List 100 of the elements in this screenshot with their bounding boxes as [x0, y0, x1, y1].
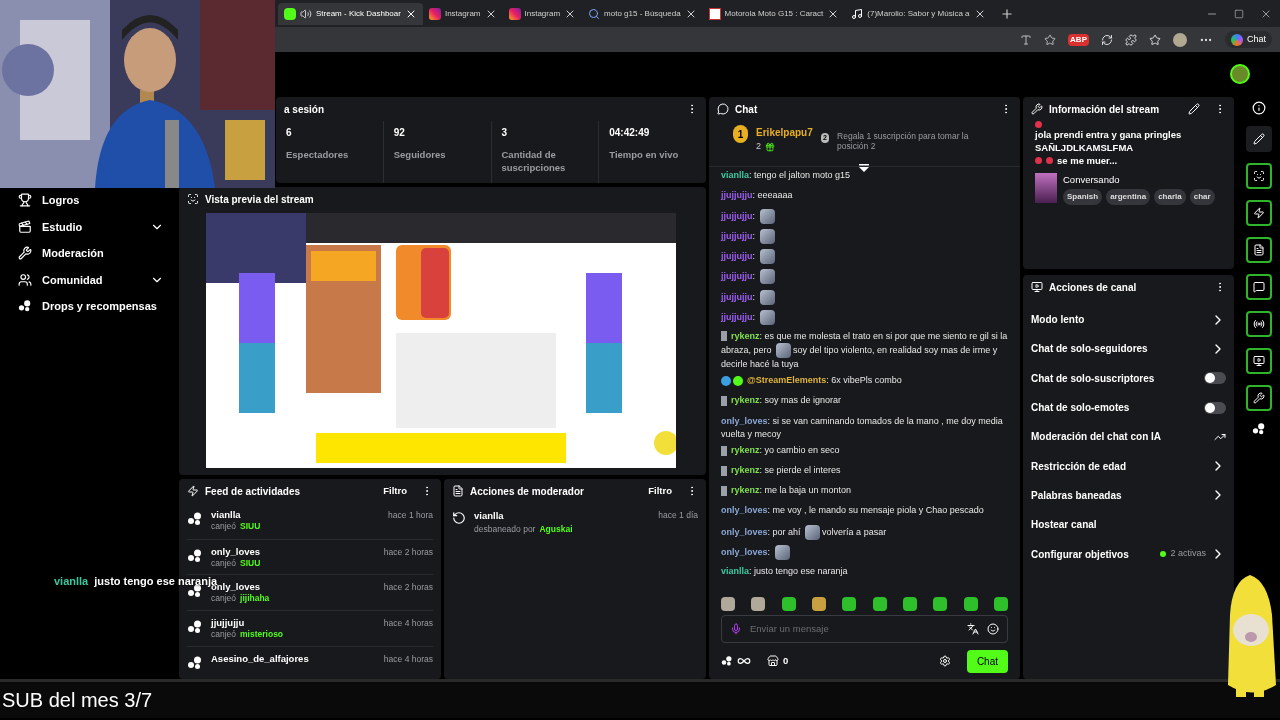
- chat-username[interactable]: only_loves: [721, 505, 768, 516]
- chat-message: only_loves: por ahí volvería a pasar: [721, 524, 1008, 541]
- sidebar-item[interactable]: Comunidad: [0, 266, 176, 293]
- chat-username[interactable]: jjujjujju: [721, 291, 753, 302]
- translate-icon[interactable]: [967, 623, 979, 635]
- channel-action[interactable]: Palabras baneadas: [1023, 480, 1234, 511]
- chat-username[interactable]: jjujjujju: [721, 211, 753, 222]
- widget-toggle-button[interactable]: [1245, 385, 1272, 411]
- tag[interactable]: Spanish: [1063, 189, 1103, 206]
- emote-icon[interactable]: [781, 597, 796, 611]
- chat-username[interactable]: rykenz: [731, 445, 760, 456]
- emote-icon[interactable]: [842, 597, 857, 611]
- channel-action[interactable]: Restricción de edad: [1023, 451, 1234, 481]
- chat-username[interactable]: jjujjujju: [721, 190, 753, 201]
- browser-tab[interactable]: Instagram: [422, 2, 503, 25]
- chat-username[interactable]: jjujjujju: [721, 231, 753, 242]
- emote-icon: [805, 524, 821, 540]
- emote-icon[interactable]: [812, 597, 826, 611]
- channel-action[interactable]: Chat de solo-seguidores: [1023, 334, 1234, 364]
- widget-toggle-button[interactable]: [1245, 237, 1272, 263]
- maximize-icon[interactable]: [1234, 8, 1244, 19]
- edit-icon[interactable]: [1188, 103, 1200, 115]
- chat-username[interactable]: vianlla: [721, 170, 749, 180]
- log-icon: [452, 485, 464, 497]
- chat-username[interactable]: rykenz: [731, 395, 760, 406]
- feed-time: hace 1 hora: [388, 509, 433, 521]
- stream-title-text: se me muer...: [1057, 154, 1118, 167]
- chat-username[interactable]: only_loves: [721, 526, 768, 537]
- tag[interactable]: argentina: [1106, 189, 1151, 206]
- channel-action[interactable]: Chat de solo-emotes: [1023, 392, 1234, 423]
- browser-tab[interactable]: Motorola Moto G15 : Caract: [702, 2, 846, 25]
- tag[interactable]: charla: [1154, 189, 1186, 206]
- settings-icon[interactable]: [938, 655, 951, 667]
- message-input[interactable]: Enviar un mensaje: [750, 621, 959, 637]
- chat-send-button[interactable]: Chat: [966, 649, 1008, 673]
- chat-username[interactable]: jjujjujju: [721, 311, 753, 322]
- channel-action[interactable]: Modo lento: [1023, 305, 1234, 335]
- chat-message: only_loves: si se van caminando tomados de la mano , me doy media vuelta y mecoy: [721, 414, 1004, 441]
- tag[interactable]: char: [1189, 189, 1215, 206]
- reward-name: jijihaha: [240, 593, 270, 605]
- channel-action[interactable]: Moderación del chat con IA: [1023, 422, 1234, 452]
- browser-tab[interactable]: Stream - Kick Dashboar: [278, 2, 423, 25]
- chat-username[interactable]: rykenz: [731, 465, 760, 476]
- read-aloud-icon[interactable]: [1020, 33, 1033, 46]
- chat-username[interactable]: only_loves: [721, 415, 768, 426]
- emote-icon[interactable]: [751, 597, 766, 611]
- stat-label: Cantidad de suscripciones: [501, 148, 567, 174]
- points-icon: [1251, 422, 1266, 436]
- chat-icon: [1252, 281, 1265, 293]
- emote-icon[interactable]: [902, 597, 917, 611]
- store-icon[interactable]: [767, 655, 779, 667]
- chat-username[interactable]: rykenz: [731, 330, 760, 341]
- widget-toggle-button[interactable]: [1245, 311, 1272, 337]
- emote-icon[interactable]: [721, 597, 735, 611]
- browser-tab[interactable]: Instagram: [502, 2, 583, 25]
- star-icon[interactable]: [1044, 33, 1057, 46]
- profile-avatar[interactable]: [1173, 32, 1187, 47]
- sidebar-item[interactable]: Moderación: [0, 240, 176, 267]
- filter-button[interactable]: Filtro: [648, 483, 672, 499]
- browser-tab[interactable]: moto g15 - Búsqueda: [582, 2, 703, 25]
- chat-username[interactable]: only_loves: [721, 546, 768, 557]
- emote-icon[interactable]: [933, 597, 948, 611]
- refresh-icon[interactable]: [1101, 33, 1113, 46]
- edit-button[interactable]: [1245, 126, 1272, 152]
- feed-time: hace 4 horas: [383, 617, 433, 630]
- widget-toggle-button[interactable]: [1245, 348, 1272, 374]
- toggle-switch[interactable]: [1204, 401, 1226, 414]
- adblock-badge[interactable]: ABP: [1068, 33, 1089, 46]
- widget-toggle-button[interactable]: [1245, 274, 1272, 300]
- user-avatar[interactable]: [1230, 63, 1250, 84]
- chat-username[interactable]: vianlla: [721, 565, 749, 576]
- toggle-switch[interactable]: [1204, 372, 1226, 385]
- emote-icon[interactable]: [963, 597, 978, 611]
- browser-tab[interactable]: (7)Marolio: Sabor y Música a: [845, 2, 992, 25]
- favorites-icon[interactable]: [1149, 33, 1161, 46]
- emote-icon: [759, 289, 775, 305]
- emote-icon[interactable]: [993, 597, 1008, 611]
- message-field[interactable]: Enviar un mensaje: [721, 615, 1008, 643]
- sidebar-item[interactable]: Estudio: [0, 213, 176, 240]
- chat-username[interactable]: jjujjujju: [721, 271, 753, 282]
- copilot-icon: [1231, 33, 1243, 46]
- collapse-icon[interactable]: [859, 164, 869, 172]
- sidebar-item[interactable]: Drops y recompensas: [0, 293, 176, 320]
- filter-button[interactable]: Filtro: [383, 483, 407, 499]
- emoji-icon[interactable]: [987, 623, 999, 635]
- sidebar-item[interactable]: Logros: [0, 187, 176, 214]
- info-icon[interactable]: [1251, 101, 1266, 115]
- chat-username[interactable]: rykenz: [731, 485, 760, 496]
- widget-toggle-button[interactable]: [1245, 163, 1272, 189]
- channel-action[interactable]: Configurar objetivos 2 activas: [1023, 539, 1234, 569]
- channel-action[interactable]: Hostear canal: [1023, 510, 1234, 540]
- chat-message: rykenz: es que me molesta el trato en si por que me siento re gil si la abraza, pero soy del tipo violento, en realidad soy mas de irme y decirle hacé la tuya: [721, 329, 1008, 371]
- stat-value: 92: [393, 126, 406, 140]
- copilot-button[interactable]: Chat: [1225, 30, 1272, 49]
- new-tab-icon[interactable]: [999, 6, 1014, 21]
- emote-icon[interactable]: [872, 597, 887, 611]
- chat-username[interactable]: jjujjujju: [721, 251, 753, 262]
- channel-action[interactable]: Chat de solo-suscriptores: [1023, 363, 1234, 393]
- extensions-icon[interactable]: [1125, 33, 1137, 46]
- widget-toggle-button[interactable]: [1245, 200, 1272, 226]
